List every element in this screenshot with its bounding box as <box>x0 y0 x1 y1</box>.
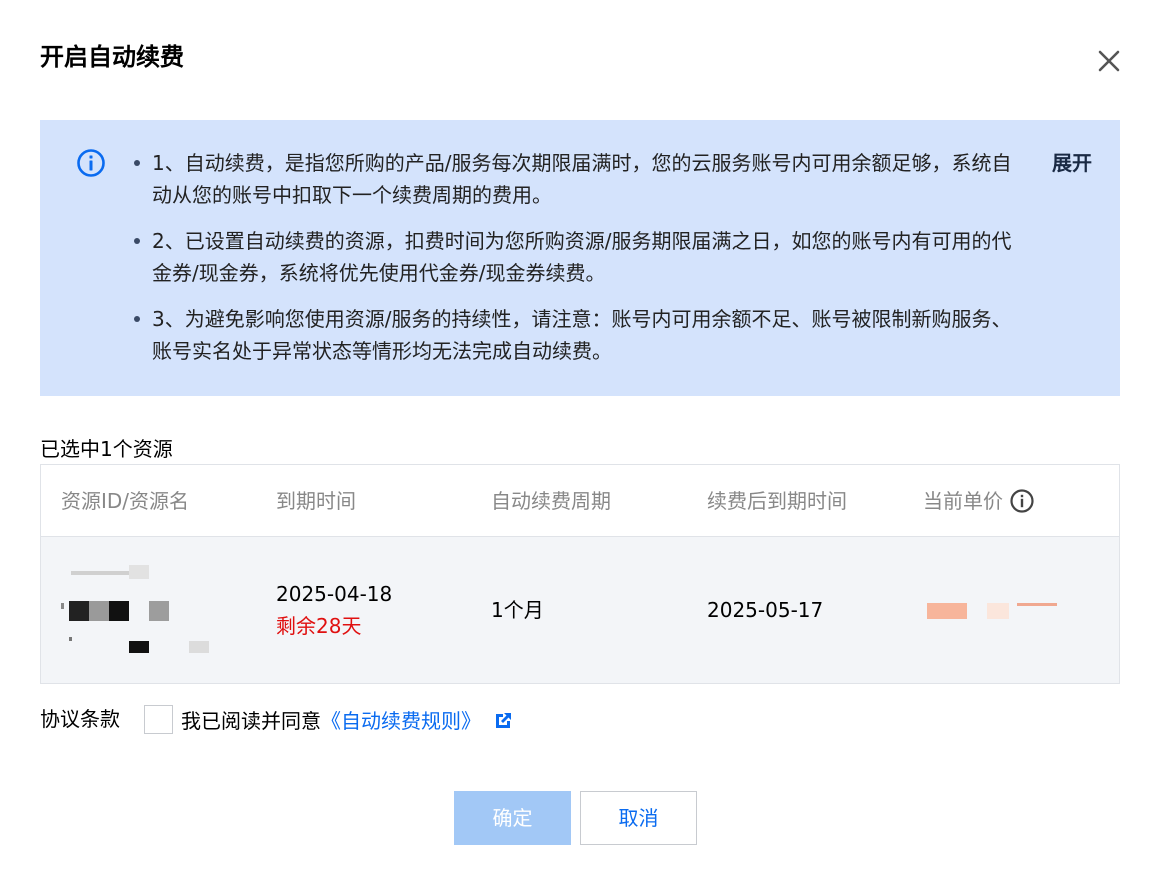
confirm-button[interactable]: 确定 <box>454 791 571 845</box>
resource-id-redacted <box>61 557 221 667</box>
column-header-expire: 到期时间 <box>276 489 356 513</box>
column-header-price-label: 当前单价 <box>923 489 1003 513</box>
agreement-label: 协议条款 <box>40 707 120 731</box>
notice-item: 1、自动续费，是指您所购的产品/服务每次期限届满时，您的云服务账号内可用余额足够… <box>134 147 1014 211</box>
expand-button[interactable]: 展开 <box>1052 147 1092 179</box>
agreement-checkbox[interactable] <box>144 705 173 734</box>
notice-item: 2、已设置自动续费的资源，扣费时间为您所购资源/服务期限届满之日，如您的账号内有… <box>134 225 1014 289</box>
cancel-button[interactable]: 取消 <box>580 791 697 845</box>
column-header-resource: 资源ID/资源名 <box>61 489 190 513</box>
price-redacted <box>927 601 1067 623</box>
new-expire-date: 2025-05-17 <box>707 598 824 622</box>
table-row: 2025-04-18 剩余28天 1个月 2025-05-17 <box>41 537 1119 683</box>
close-icon <box>1098 50 1120 72</box>
price-info-icon[interactable] <box>1009 488 1035 514</box>
table-header: 资源ID/资源名 到期时间 自动续费周期 续费后到期时间 当前单价 <box>41 465 1119 537</box>
column-header-period: 自动续费周期 <box>491 489 611 513</box>
resource-table: 资源ID/资源名 到期时间 自动续费周期 续费后到期时间 当前单价 2025-0… <box>40 464 1120 684</box>
renew-period: 1个月 <box>491 598 544 622</box>
auto-renew-rules-link[interactable]: 《自动续费规则》 <box>321 709 481 733</box>
column-header-price: 当前单价 <box>923 465 1035 537</box>
dialog-title: 开启自动续费 <box>40 43 184 71</box>
notice-list: 1、自动续费，是指您所购的产品/服务每次期限届满时，您的云服务账号内可用余额足够… <box>134 147 1014 381</box>
selected-count: 已选中1个资源 <box>40 437 173 461</box>
column-header-new-expire: 续费后到期时间 <box>707 489 847 513</box>
info-circle-icon <box>76 148 106 178</box>
notice-item: 3、为避免影响您使用资源/服务的持续性，请注意：账号内可用余额不足、账号被限制新… <box>134 303 1014 367</box>
close-button[interactable] <box>1094 46 1124 76</box>
agreement-text: 我已阅读并同意《自动续费规则》 <box>181 706 513 736</box>
agreement-prefix: 我已阅读并同意 <box>181 709 321 733</box>
expire-date: 2025-04-18 <box>276 582 393 606</box>
notice-box: 1、自动续费，是指您所购的产品/服务每次期限届满时，您的云服务账号内可用余额足够… <box>40 120 1120 396</box>
remaining-days: 剩余28天 <box>276 614 362 638</box>
external-link-icon[interactable] <box>493 711 513 731</box>
auto-renew-dialog: 开启自动续费 1、自动续费，是指您所购的产品/服务每次期限届满时，您的云服务账号… <box>0 0 1156 882</box>
